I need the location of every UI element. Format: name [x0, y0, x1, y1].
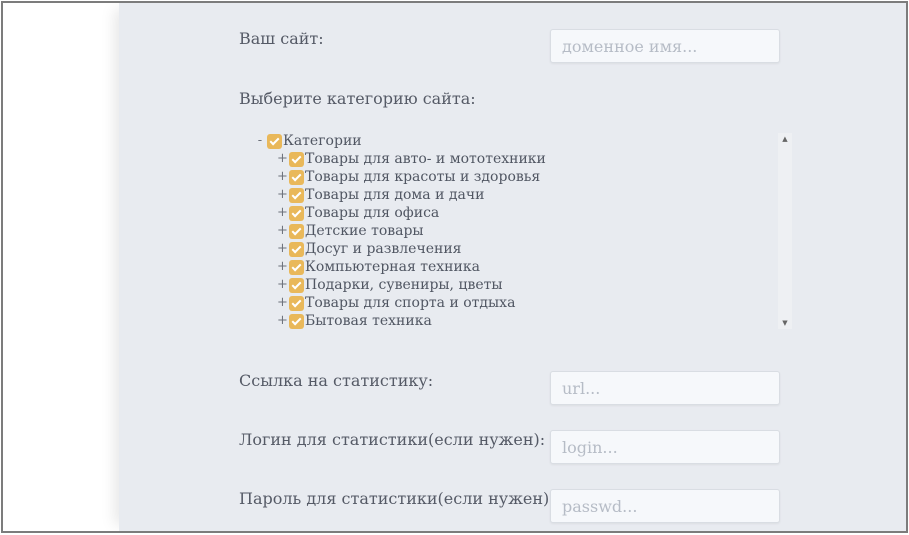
- stats-password-label: Пароль для статистики(если нужен):: [239, 489, 555, 508]
- tree-item-label: Товары для авто- и мототехники: [305, 151, 546, 167]
- category-label: Выберите категорию сайта:: [239, 89, 476, 108]
- tree-item-category[interactable]: + Детские товары: [277, 222, 424, 240]
- checkbox-checked-icon[interactable]: [289, 241, 304, 257]
- expand-toggle[interactable]: +: [277, 150, 288, 168]
- checkbox-checked-icon[interactable]: [289, 277, 304, 293]
- checkbox-checked-icon[interactable]: [289, 223, 304, 239]
- tree-item-label: Товары для дома и дачи: [305, 187, 485, 203]
- tree-item-category[interactable]: + Бытовая техника: [277, 312, 432, 329]
- expand-toggle[interactable]: +: [277, 204, 288, 222]
- tree-item-label: Товары для спорта и отдыха: [305, 295, 516, 311]
- tree-item-category[interactable]: + Товары для спорта и отдыха: [277, 294, 515, 312]
- stats-login-label: Логин для статистики(если нужен):: [239, 430, 546, 449]
- tree-row-label: Категории: [283, 133, 362, 149]
- expand-toggle[interactable]: +: [277, 276, 288, 294]
- scroll-up-icon[interactable]: ▲: [778, 133, 792, 145]
- expand-toggle[interactable]: +: [277, 258, 288, 276]
- tree-item-category[interactable]: + Товары для авто- и мототехники: [277, 150, 546, 168]
- stats-url-label: Ссылка на статистику:: [239, 371, 434, 390]
- tree-item-label: Бытовая техника: [305, 313, 432, 329]
- checkbox-checked-icon[interactable]: [267, 133, 282, 149]
- tree-item-label: Компьютерная техника: [305, 259, 480, 275]
- stats-login-input[interactable]: [550, 430, 780, 464]
- expand-toggle[interactable]: +: [277, 168, 288, 186]
- window-frame: Ваш сайт: Выберите категорию сайта: - Ка…: [1, 1, 908, 533]
- checkbox-checked-icon[interactable]: [289, 151, 304, 167]
- expand-toggle[interactable]: +: [277, 186, 288, 204]
- tree-scrollbar[interactable]: ▲ ▼: [778, 133, 792, 329]
- tree-item-category[interactable]: + Товары для офиса: [277, 204, 439, 222]
- category-tree[interactable]: - Категории + Товары для авто- и мототехн…: [255, 131, 795, 329]
- site-domain-input[interactable]: [550, 29, 780, 63]
- tree-item-category[interactable]: + Товары для красоты и здоровья: [277, 168, 540, 186]
- tree-item-category[interactable]: + Компьютерная техника: [277, 258, 480, 276]
- checkbox-checked-icon[interactable]: [289, 259, 304, 275]
- collapse-toggle[interactable]: -: [255, 132, 265, 150]
- scroll-down-icon[interactable]: ▼: [778, 317, 792, 329]
- tree-row-root[interactable]: - Категории: [255, 132, 362, 150]
- expand-toggle[interactable]: +: [277, 294, 288, 312]
- expand-toggle[interactable]: +: [277, 222, 288, 240]
- site-label: Ваш сайт:: [239, 29, 324, 48]
- expand-toggle[interactable]: +: [277, 312, 288, 329]
- tree-item-category[interactable]: + Подарки, сувениры, цветы: [277, 276, 503, 294]
- form-panel: Ваш сайт: Выберите категорию сайта: - Ка…: [119, 3, 906, 531]
- stats-url-input[interactable]: [550, 371, 780, 405]
- checkbox-checked-icon[interactable]: [289, 187, 304, 203]
- tree-item-label: Досуг и развлечения: [305, 241, 462, 257]
- checkbox-checked-icon[interactable]: [289, 205, 304, 221]
- tree-item-label: Товары для красоты и здоровья: [305, 169, 541, 185]
- tree-item-label: Подарки, сувениры, цветы: [305, 277, 503, 293]
- tree-item-label: Товары для офиса: [305, 205, 440, 221]
- stats-password-input[interactable]: [550, 489, 780, 523]
- expand-toggle[interactable]: +: [277, 240, 288, 258]
- checkbox-checked-icon[interactable]: [289, 295, 304, 311]
- tree-item-category[interactable]: + Товары для дома и дачи: [277, 186, 484, 204]
- checkbox-checked-icon[interactable]: [289, 169, 304, 185]
- checkbox-checked-icon[interactable]: [289, 313, 304, 329]
- tree-item-category[interactable]: + Досуг и развлечения: [277, 240, 462, 258]
- tree-item-label: Детские товары: [305, 223, 424, 239]
